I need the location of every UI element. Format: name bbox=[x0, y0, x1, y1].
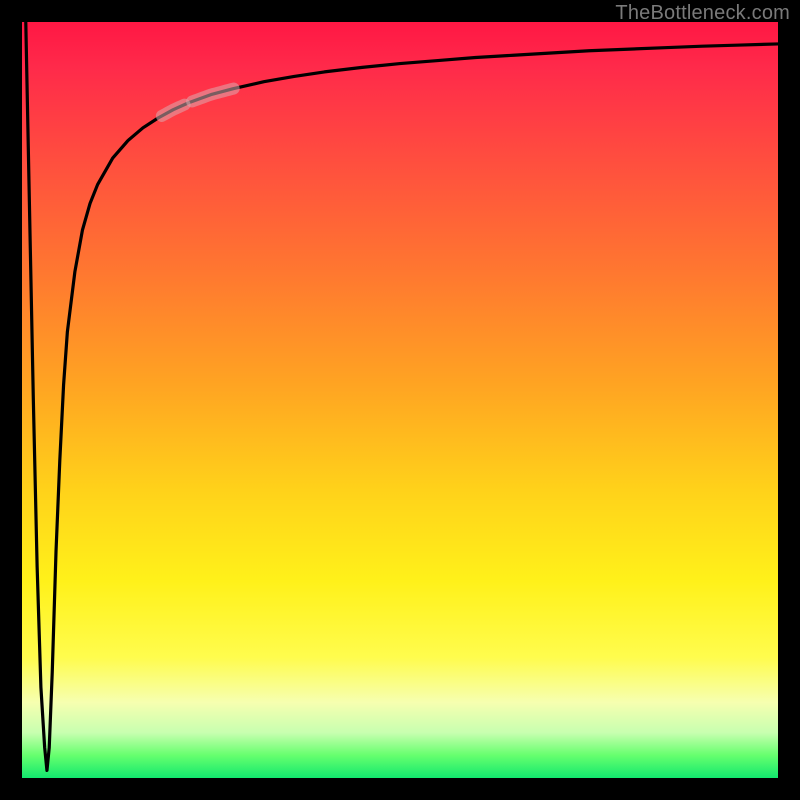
curve-highlight-1 bbox=[162, 105, 185, 116]
plot-area bbox=[22, 22, 778, 778]
curve-layer bbox=[22, 22, 778, 778]
bottleneck-curve bbox=[26, 22, 778, 770]
watermark-text: TheBottleneck.com bbox=[615, 2, 790, 25]
chart-frame: TheBottleneck.com bbox=[0, 0, 800, 800]
curve-highlight-2 bbox=[192, 89, 234, 102]
